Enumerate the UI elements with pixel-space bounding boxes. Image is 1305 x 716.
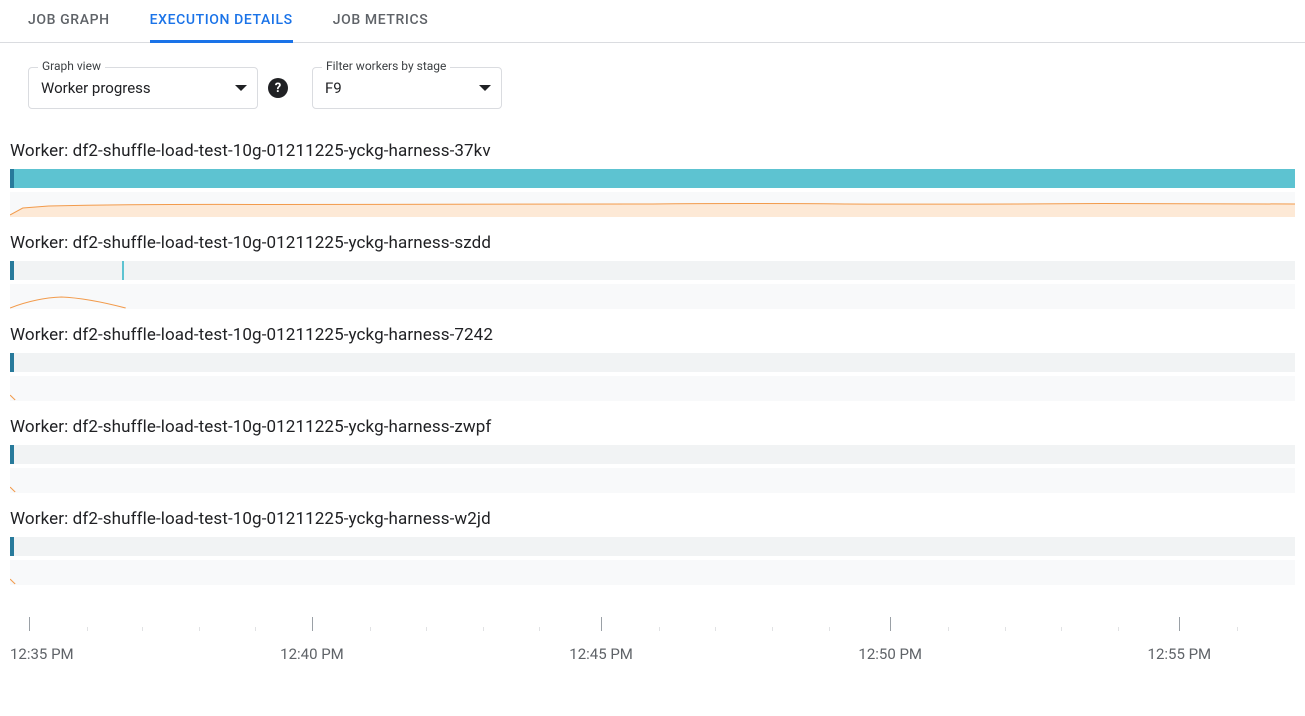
tab-job-graph[interactable]: JOB GRAPH — [28, 0, 110, 42]
chart-area: Worker: df2-shuffle-load-test-10g-012112… — [0, 119, 1305, 603]
sparkline — [10, 284, 1295, 309]
worker-title: Worker: df2-shuffle-load-test-10g-012112… — [10, 141, 1295, 161]
worker-row: Worker: df2-shuffle-load-test-10g-012112… — [10, 141, 1295, 217]
tab-job-metrics[interactable]: JOB METRICS — [333, 0, 429, 42]
time-axis: 12:35 PM 12:40 PM 12:45 PM 12:50 PM 12:5… — [10, 617, 1295, 677]
axis-label: 12:50 PM — [858, 645, 922, 663]
help-icon[interactable]: ? — [268, 78, 288, 98]
worker-title: Worker: df2-shuffle-load-test-10g-012112… — [10, 417, 1295, 437]
worker-row: Worker: df2-shuffle-load-test-10g-012112… — [10, 233, 1295, 309]
graph-view-label: Graph view — [38, 59, 105, 73]
progress-bar[interactable] — [10, 261, 1295, 280]
axis-label: 12:45 PM — [569, 645, 633, 663]
progress-bar[interactable] — [10, 445, 1295, 464]
worker-row: Worker: df2-shuffle-load-test-10g-012112… — [10, 325, 1295, 401]
progress-bar[interactable] — [10, 353, 1295, 372]
worker-row: Worker: df2-shuffle-load-test-10g-012112… — [10, 509, 1295, 585]
worker-row: Worker: df2-shuffle-load-test-10g-012112… — [10, 417, 1295, 493]
tab-bar: JOB GRAPH EXECUTION DETAILS JOB METRICS — [0, 0, 1305, 43]
worker-title: Worker: df2-shuffle-load-test-10g-012112… — [10, 233, 1295, 253]
sparkline — [10, 192, 1295, 217]
progress-bar[interactable] — [10, 169, 1295, 188]
axis-label: 12:40 PM — [280, 645, 344, 663]
progress-bar[interactable] — [10, 537, 1295, 556]
filter-stage-select[interactable]: Filter workers by stage F9 — [312, 67, 502, 109]
worker-title: Worker: df2-shuffle-load-test-10g-012112… — [10, 325, 1295, 345]
axis-label: 12:35 PM — [10, 645, 74, 663]
chevron-down-icon — [235, 85, 247, 91]
graph-view-select[interactable]: Graph view Worker progress — [28, 67, 258, 109]
chevron-down-icon — [479, 85, 491, 91]
sparkline — [10, 468, 1295, 493]
worker-title: Worker: df2-shuffle-load-test-10g-012112… — [10, 509, 1295, 529]
sparkline — [10, 376, 1295, 401]
sparkline — [10, 560, 1295, 585]
tab-execution-details[interactable]: EXECUTION DETAILS — [150, 0, 293, 42]
filter-stage-value: F9 — [325, 79, 342, 97]
graph-view-value: Worker progress — [41, 79, 151, 97]
filter-stage-label: Filter workers by stage — [322, 59, 450, 73]
controls-row: Graph view Worker progress ? Filter work… — [0, 43, 1305, 119]
axis-label: 12:55 PM — [1148, 645, 1212, 663]
